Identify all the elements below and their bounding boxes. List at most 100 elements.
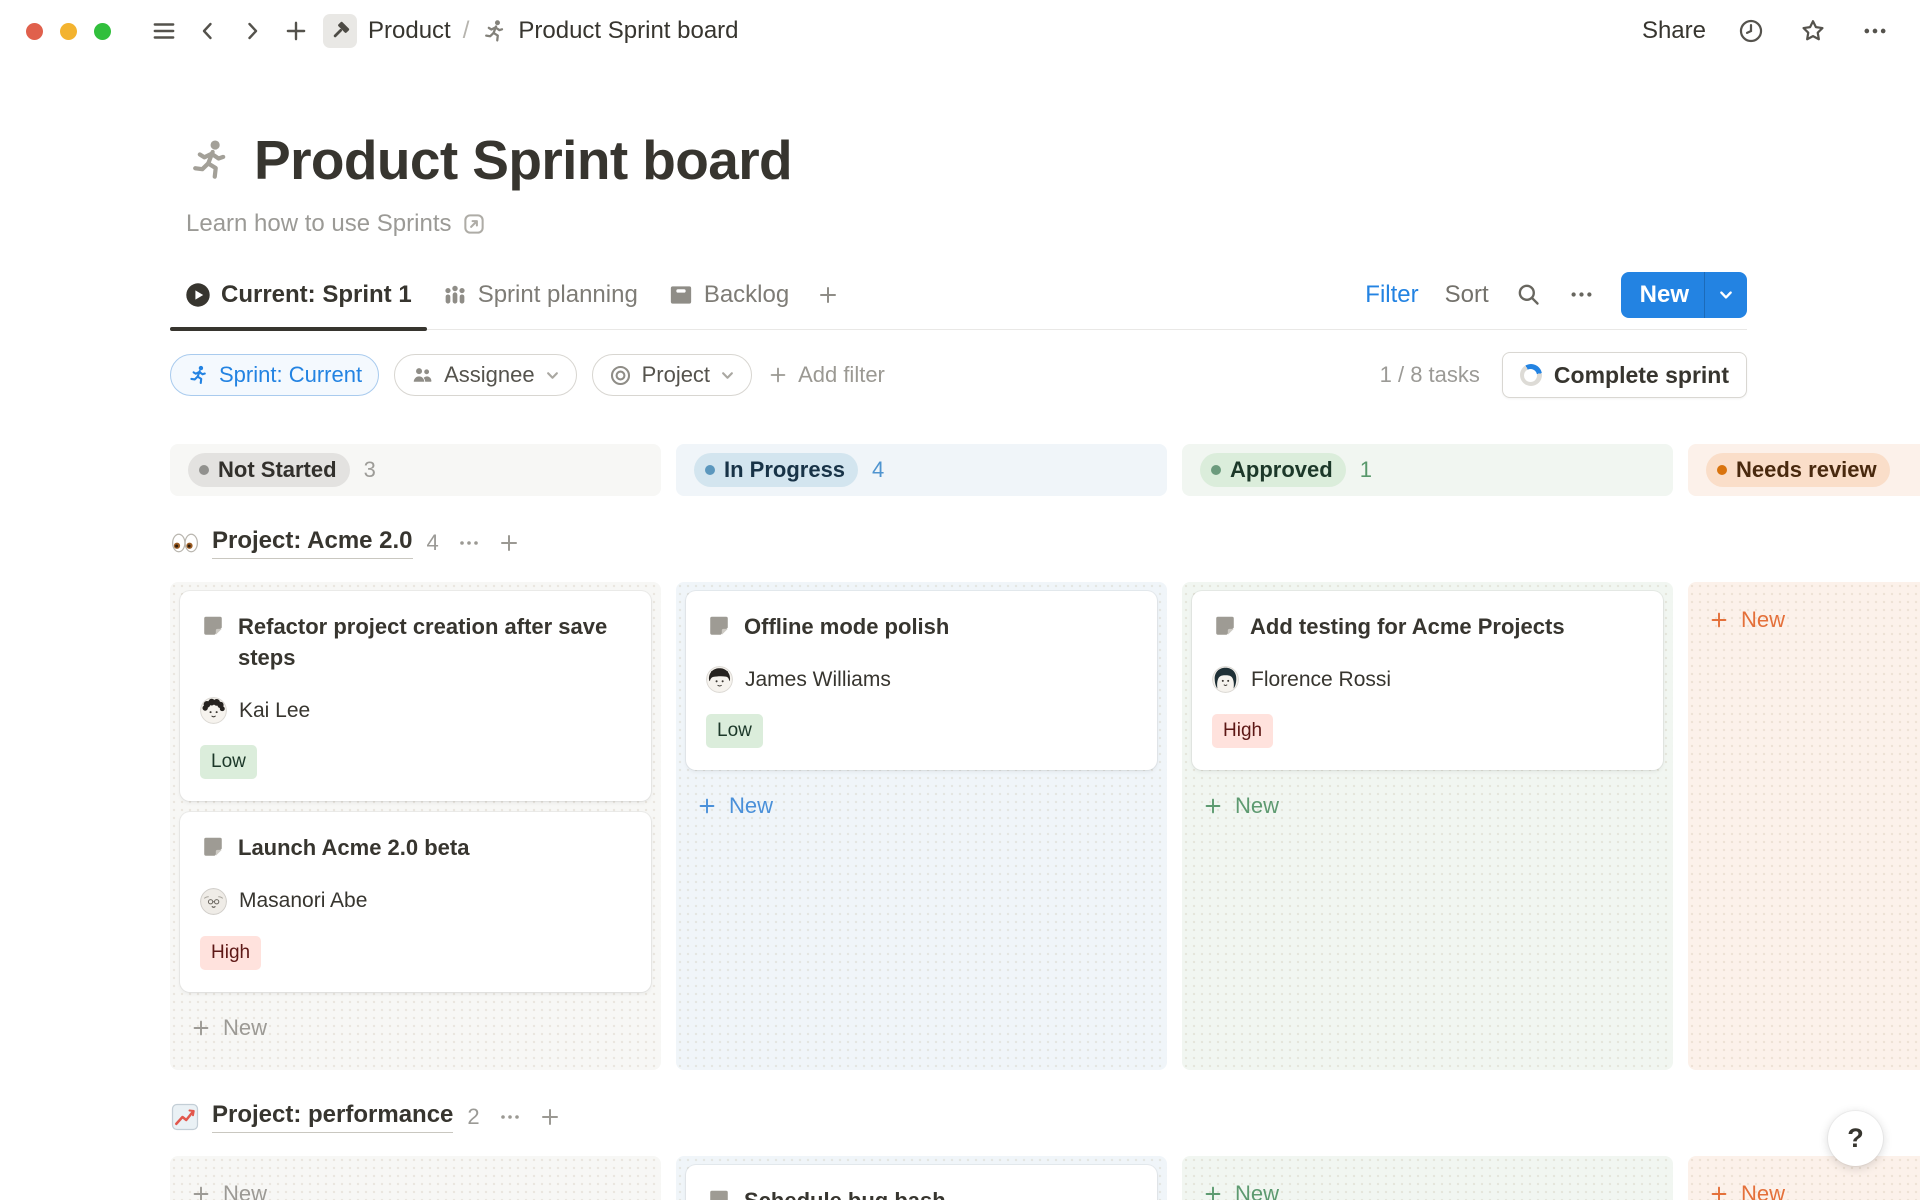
cell-approved: Add testing for Acme Projects Florence R…	[1182, 582, 1673, 1070]
task-card[interactable]: Refactor project creation after save ste…	[180, 591, 651, 801]
new-page-icon[interactable]	[277, 12, 315, 50]
history-clock-icon[interactable]	[1734, 14, 1768, 48]
add-filter-button[interactable]: Add filter	[767, 362, 885, 388]
status-dot	[199, 465, 209, 475]
tab-current-sprint[interactable]: Current: Sprint 1	[170, 260, 427, 329]
priority-tag: Low	[200, 745, 257, 779]
card-title: Schedule bug bash	[744, 1185, 946, 1200]
complete-sprint-label: Complete sprint	[1554, 362, 1729, 389]
page-icon	[200, 834, 226, 860]
new-card-label: New	[1235, 1181, 1279, 1200]
minimize-window-button[interactable]	[60, 23, 77, 40]
add-view-icon[interactable]	[804, 283, 852, 307]
add-filter-label: Add filter	[798, 362, 885, 388]
plus-icon	[767, 364, 789, 386]
back-icon[interactable]	[189, 12, 227, 50]
group-add-icon[interactable]	[497, 531, 521, 555]
sort-button[interactable]: Sort	[1445, 281, 1489, 309]
assignee-row: Kai Lee	[200, 697, 631, 724]
people-icon	[411, 364, 434, 387]
task-card[interactable]: Schedule bug bash	[686, 1165, 1157, 1200]
assignee-name: Masanori Abe	[239, 889, 367, 913]
chevron-down-icon	[545, 368, 560, 383]
new-card-label: New	[1235, 793, 1279, 819]
view-more-icon[interactable]	[1568, 281, 1595, 308]
filter-button[interactable]: Filter	[1365, 281, 1418, 309]
avatar	[706, 666, 733, 693]
assignee-row: Florence Rossi	[1212, 666, 1643, 693]
tasks-count: 1 / 8 tasks	[1380, 362, 1480, 388]
favorite-star-icon[interactable]	[1796, 14, 1830, 48]
search-icon[interactable]	[1515, 281, 1542, 308]
learn-sprints-label: Learn how to use Sprints	[186, 210, 452, 238]
card-title: Refactor project creation after save ste…	[238, 611, 631, 673]
breadcrumb-workspace[interactable]: Product	[368, 17, 451, 45]
external-link-icon	[462, 212, 486, 236]
new-card-label: New	[223, 1181, 267, 1200]
learn-sprints-link[interactable]: Learn how to use Sprints	[186, 210, 486, 238]
tab-backlog[interactable]: Backlog	[653, 260, 804, 329]
share-button[interactable]: Share	[1642, 17, 1706, 45]
column-header-not-started[interactable]: Not Started 3	[170, 444, 661, 496]
tab-label: Backlog	[704, 281, 789, 309]
cell-needs-review: New	[1688, 582, 1920, 1070]
avatar	[200, 697, 227, 724]
sidebar-toggle-icon[interactable]	[145, 12, 183, 50]
group-title[interactable]: Project: performance	[212, 1101, 453, 1133]
page-runner-icon[interactable]	[186, 137, 232, 183]
task-card[interactable]: Launch Acme 2.0 beta Masanori Abe High	[180, 812, 651, 991]
breadcrumb-page[interactable]: Product Sprint board	[518, 17, 738, 45]
play-circle-icon	[185, 282, 211, 308]
avatar	[1212, 666, 1239, 693]
filter-chip-assignee[interactable]: Assignee	[394, 354, 577, 396]
chip-label: Assignee	[444, 362, 535, 388]
breadcrumb-separator: /	[463, 17, 470, 45]
new-card-button[interactable]: New	[1192, 1169, 1663, 1200]
assignee-row: Masanori Abe	[200, 888, 631, 915]
new-task-dropdown[interactable]	[1704, 272, 1747, 318]
tab-sprint-planning[interactable]: Sprint planning	[427, 260, 653, 329]
column-header-needs-review[interactable]: Needs review	[1688, 444, 1920, 496]
new-card-button[interactable]: New	[686, 781, 1157, 831]
workspace-hammer-icon[interactable]	[323, 14, 357, 48]
new-card-button[interactable]: New	[180, 1003, 651, 1053]
page-icon	[706, 1187, 732, 1200]
column-header-in-progress[interactable]: In Progress 4	[676, 444, 1167, 496]
plus-icon	[1202, 795, 1224, 817]
close-window-button[interactable]	[26, 23, 43, 40]
new-task-button[interactable]: New	[1621, 272, 1704, 318]
cell-needs-review: New	[1688, 1156, 1920, 1200]
new-card-button[interactable]: New	[1192, 781, 1663, 831]
column-count: 3	[364, 457, 376, 483]
page-icon	[1212, 613, 1238, 639]
status-dot	[1717, 465, 1727, 475]
filter-chip-sprint[interactable]: Sprint: Current	[170, 354, 379, 396]
group-more-icon[interactable]	[457, 531, 481, 555]
kanban-board: Not Started 3 In Progress 4 Approved 1 N…	[170, 444, 1920, 1200]
task-card[interactable]: Offline mode polish James Williams Low	[686, 591, 1157, 770]
help-button[interactable]: ?	[1828, 1111, 1883, 1166]
zoom-window-button[interactable]	[94, 23, 111, 40]
assignee-name: Kai Lee	[239, 699, 310, 723]
backlog-box-icon	[668, 282, 694, 308]
window-titlebar: Product / Product Sprint board Share	[0, 0, 1920, 62]
plus-icon	[1202, 1183, 1224, 1200]
group-more-icon[interactable]	[498, 1105, 522, 1129]
complete-sprint-button[interactable]: Complete sprint	[1502, 352, 1747, 398]
new-task-split-button[interactable]: New	[1621, 272, 1747, 318]
new-card-button[interactable]: New	[1698, 595, 1920, 645]
column-headers-row: Not Started 3 In Progress 4 Approved 1 N…	[170, 444, 1920, 496]
filter-chip-project[interactable]: Project	[592, 354, 752, 396]
column-header-approved[interactable]: Approved 1	[1182, 444, 1673, 496]
page-title: Product Sprint board	[254, 128, 792, 192]
status-dot	[1211, 465, 1221, 475]
new-card-button[interactable]: New	[1698, 1169, 1920, 1200]
new-card-button[interactable]: New	[180, 1169, 651, 1200]
group-title[interactable]: Project: Acme 2.0	[212, 527, 413, 559]
more-options-icon[interactable]	[1858, 14, 1892, 48]
avatar	[200, 888, 227, 915]
task-card[interactable]: Add testing for Acme Projects Florence R…	[1192, 591, 1663, 770]
forward-icon[interactable]	[233, 12, 271, 50]
group-add-icon[interactable]	[538, 1105, 562, 1129]
priority-tag: High	[200, 936, 261, 970]
